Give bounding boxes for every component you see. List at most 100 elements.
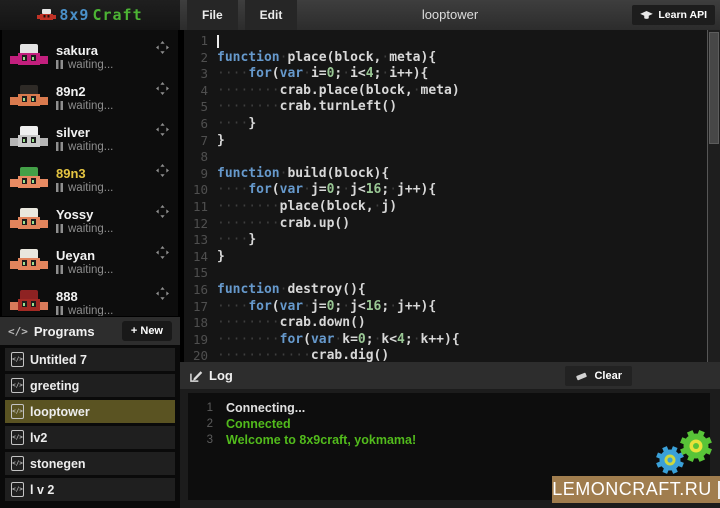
player-list-item[interactable]: 89n2 waiting... (2, 77, 178, 118)
code-file-icon: </> (11, 404, 24, 419)
log-header: Log Clear (180, 362, 720, 389)
code-line[interactable]: 3····for(var·i=0;·i<4;·i++){ (184, 66, 720, 83)
code-line[interactable]: 19········for(var·k=0;·k<4;·k++){ (184, 332, 720, 349)
scrollbar-thumb[interactable] (709, 32, 719, 144)
line-number: 17 (184, 299, 208, 316)
line-number: 14 (184, 249, 208, 266)
player-status-row: waiting... (56, 223, 113, 235)
move-icon[interactable] (156, 123, 169, 136)
watermark-text: LEMONCRAFT.RU (552, 479, 712, 500)
program-item[interactable]: </> lv2 (5, 426, 175, 449)
program-item[interactable]: </> l v 2 (5, 478, 175, 501)
clear-label: Clear (594, 370, 622, 382)
program-item[interactable]: </> greeting (5, 374, 175, 397)
clear-log-button[interactable]: Clear (565, 366, 632, 386)
code-line[interactable]: 20············crab.dig() (184, 348, 720, 362)
app-logo: 8x9 Craft (0, 0, 180, 30)
line-number: 4 (184, 83, 208, 100)
code-text: } (217, 133, 225, 150)
pause-icon (56, 142, 63, 151)
code-text: ····for(var·j=0;·j<16;·j++){ (217, 299, 436, 316)
program-name: lv2 (30, 431, 47, 445)
player-list-item[interactable]: Ueyan waiting... (2, 241, 178, 282)
code-line[interactable]: 12········crab.up() (184, 216, 720, 233)
code-text: function·build(block){ (217, 166, 389, 183)
code-line[interactable]: 9 function·build(block){ (184, 166, 720, 183)
move-icon[interactable] (156, 246, 169, 259)
player-info: sakura waiting... (56, 43, 113, 71)
code-line[interactable]: 2function·place(block,·meta){ (184, 50, 720, 67)
player-list-item[interactable]: 89n3 waiting... (2, 159, 178, 200)
code-line[interactable]: 8 (184, 149, 720, 166)
code-file-icon: </> (11, 352, 24, 367)
code-line[interactable]: 6····} (184, 116, 720, 133)
player-info: 89n2 waiting... (56, 84, 113, 112)
program-name: stonegen (30, 457, 86, 471)
code-line[interactable]: 16function·destroy(){ (184, 282, 720, 299)
eraser-icon (575, 371, 588, 381)
player-status-row: waiting... (56, 141, 113, 153)
code-line[interactable]: 17 ····for(var·j=0;·j<16;·j++){ (184, 299, 720, 316)
player-status-row: waiting... (56, 59, 113, 71)
code-file-icon: </> (11, 456, 24, 471)
program-item[interactable]: </> stonegen (5, 452, 175, 475)
code-line[interactable]: 14} (184, 249, 720, 266)
move-icon[interactable] (156, 41, 169, 54)
line-number: 9 (184, 166, 208, 183)
line-number: 13 (184, 232, 208, 249)
player-list-item[interactable]: 888 waiting... (2, 282, 178, 316)
player-list-item[interactable]: silver waiting... (2, 118, 178, 159)
program-item[interactable]: </> Untitled 7 (5, 348, 175, 371)
code-text: ········crab.turnLeft() (217, 99, 397, 116)
line-number: 8 (184, 149, 208, 166)
program-list: </> Untitled 7 </> greeting </> looptowe… (0, 345, 180, 508)
player-list-item[interactable]: sakura waiting... (2, 36, 178, 77)
new-program-button[interactable]: + New (122, 321, 172, 341)
code-text: ····} (217, 116, 256, 133)
pause-icon (56, 306, 63, 315)
logo-text-8x9: 8x9 (59, 6, 89, 24)
graduation-cap-icon (640, 11, 653, 20)
menu-edit[interactable]: Edit (245, 0, 298, 30)
move-icon[interactable] (156, 205, 169, 218)
player-name: sakura (56, 43, 113, 58)
pause-icon (56, 224, 63, 233)
code-text: function·place(block,·meta){ (217, 50, 436, 67)
log-line-number: 2 (188, 418, 226, 430)
editor-scrollbar[interactable] (707, 30, 720, 362)
player-name: 89n2 (56, 84, 113, 99)
program-item[interactable]: </> looptower (5, 400, 175, 423)
code-editor[interactable]: 12function·place(block,·meta){3····for(v… (180, 30, 720, 362)
learn-api-button[interactable]: Learn API (632, 5, 715, 25)
log-line-number: 1 (188, 402, 226, 414)
player-status: waiting... (68, 305, 113, 317)
line-number: 5 (184, 99, 208, 116)
player-list-item[interactable]: Yossy waiting... (2, 200, 178, 241)
code-line[interactable]: 5 ········crab.turnLeft() (184, 99, 720, 116)
code-line[interactable]: 10····for(var·j=0;·j<16;·j++){ (184, 182, 720, 199)
code-text: ····} (217, 232, 256, 249)
move-icon[interactable] (156, 164, 169, 177)
move-icon[interactable] (156, 287, 169, 300)
code-line[interactable]: 13 ····} (184, 232, 720, 249)
menu-file[interactable]: File (187, 0, 238, 30)
log-message: Connected (226, 417, 291, 431)
code-line[interactable]: 11········place(block,·j) (184, 199, 720, 216)
code-line[interactable]: 18········crab.down() (184, 315, 720, 332)
player-status: waiting... (68, 141, 113, 153)
move-icon[interactable] (156, 82, 169, 95)
code-line[interactable]: 4········crab.place(block,·meta) (184, 83, 720, 100)
code-line[interactable]: 15 (184, 265, 720, 282)
line-number: 19 (184, 332, 208, 349)
player-status-row: waiting... (56, 100, 113, 112)
log-pencil-icon (190, 369, 203, 382)
player-status: waiting... (68, 264, 113, 276)
player-status-row: waiting... (56, 182, 113, 194)
learn-api-label: Learn API (658, 9, 707, 21)
code-area: 12function·place(block,·meta){3····for(v… (184, 30, 720, 362)
code-line[interactable]: 7} (184, 133, 720, 150)
pause-icon (56, 101, 63, 110)
main-area: sakura waiting... 89n2 wait (0, 30, 720, 508)
code-line[interactable]: 1 (184, 33, 720, 50)
code-text (217, 33, 219, 50)
